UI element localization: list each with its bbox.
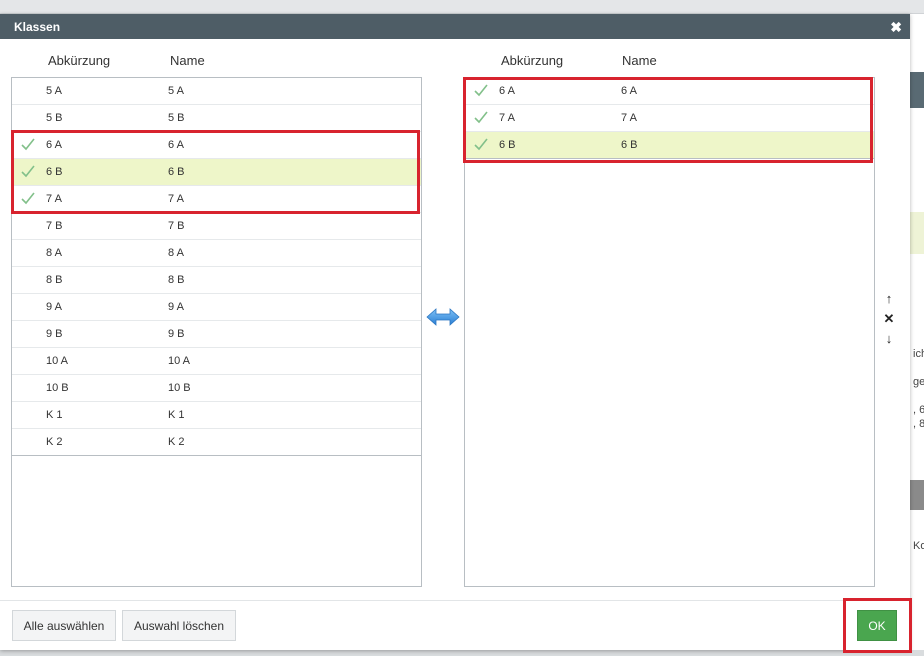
list-item[interactable]: K 2 K 2 bbox=[12, 429, 421, 456]
list-item[interactable]: 6 A 6 A bbox=[465, 78, 874, 105]
background-bar bbox=[910, 72, 924, 108]
ok-button[interactable]: OK bbox=[857, 610, 897, 641]
background-text: ger bbox=[913, 376, 924, 388]
check-icon bbox=[473, 136, 489, 152]
item-abbreviation: 9 A bbox=[46, 301, 62, 313]
item-name: 6 A bbox=[168, 139, 184, 151]
item-name: 7 B bbox=[168, 220, 185, 232]
left-header-abbreviation[interactable]: Abkürzung bbox=[48, 53, 110, 68]
item-name: K 1 bbox=[168, 409, 185, 421]
item-name: 6 B bbox=[621, 139, 638, 151]
list-item[interactable]: 10 A 10 A bbox=[12, 348, 421, 375]
item-name: 6 B bbox=[168, 166, 185, 178]
list-item[interactable]: 7 A 7 A bbox=[465, 105, 874, 132]
left-header-name[interactable]: Name bbox=[170, 53, 205, 68]
list-item[interactable]: 9 A 9 A bbox=[12, 294, 421, 321]
dialog-title: Klassen bbox=[14, 19, 61, 34]
list-item[interactable]: 8 B 8 B bbox=[12, 267, 421, 294]
item-name: 10 B bbox=[168, 382, 191, 394]
item-abbreviation: 6 B bbox=[46, 166, 63, 178]
item-abbreviation: 6 A bbox=[499, 85, 515, 97]
item-abbreviation: K 1 bbox=[46, 409, 63, 421]
check-icon bbox=[20, 136, 36, 152]
item-name: 8 B bbox=[168, 274, 185, 286]
background-top-strip bbox=[0, 0, 924, 14]
item-abbreviation: 6 A bbox=[46, 139, 62, 151]
item-name: 8 A bbox=[168, 247, 184, 259]
item-abbreviation: 10 A bbox=[46, 355, 69, 367]
list-item[interactable]: 7 A 7 A bbox=[12, 186, 421, 213]
item-name: 9 B bbox=[168, 328, 185, 340]
swap-arrows-icon[interactable] bbox=[425, 306, 461, 328]
background-right-edge: ich ger , 6 , 8 Ko bbox=[910, 14, 924, 656]
background-text: , 6 bbox=[913, 404, 924, 416]
selected-classes-list: 6 A 6 A 7 A 7 A 6 B 6 B bbox=[464, 77, 875, 587]
list-item[interactable]: 5 B 5 B bbox=[12, 105, 421, 132]
arrow-down-icon[interactable]: ↓ bbox=[880, 329, 898, 349]
background-text: Ko bbox=[913, 540, 924, 552]
item-name: 5 A bbox=[168, 85, 184, 97]
select-all-button[interactable]: Alle auswählen bbox=[12, 610, 116, 641]
list-item[interactable]: K 1 K 1 bbox=[12, 402, 421, 429]
item-abbreviation: 7 A bbox=[46, 193, 62, 205]
list-item[interactable]: 10 B 10 B bbox=[12, 375, 421, 402]
item-abbreviation: 6 B bbox=[499, 139, 516, 151]
list-item[interactable]: 9 B 9 B bbox=[12, 321, 421, 348]
item-name: 6 A bbox=[621, 85, 637, 97]
item-name: 7 A bbox=[621, 112, 637, 124]
item-abbreviation: 10 B bbox=[46, 382, 69, 394]
check-icon bbox=[473, 109, 489, 125]
clear-selection-button[interactable]: Auswahl löschen bbox=[122, 610, 236, 641]
right-header-abbreviation[interactable]: Abkürzung bbox=[501, 53, 563, 68]
check-icon bbox=[20, 190, 36, 206]
item-abbreviation: 9 B bbox=[46, 328, 63, 340]
list-item[interactable]: 6 B 6 B bbox=[465, 132, 874, 159]
item-abbreviation: 5 B bbox=[46, 112, 63, 124]
remove-icon[interactable]: ✕ bbox=[880, 309, 898, 329]
klassen-dialog: Klassen ✖ Abkürzung Name Abkürzung Name … bbox=[0, 14, 912, 653]
item-abbreviation: K 2 bbox=[46, 436, 63, 448]
item-abbreviation: 7 B bbox=[46, 220, 63, 232]
item-name: 5 B bbox=[168, 112, 185, 124]
reorder-tools: ↑ ✕ ↓ bbox=[880, 289, 898, 349]
background-bar bbox=[910, 480, 924, 510]
list-item[interactable]: 6 B 6 B bbox=[12, 159, 421, 186]
check-icon bbox=[20, 163, 36, 179]
item-abbreviation: 8 B bbox=[46, 274, 63, 286]
item-name: 9 A bbox=[168, 301, 184, 313]
arrow-up-icon[interactable]: ↑ bbox=[880, 289, 898, 309]
background-bar bbox=[910, 212, 924, 254]
item-name: 7 A bbox=[168, 193, 184, 205]
item-abbreviation: 5 A bbox=[46, 85, 62, 97]
list-item[interactable]: 8 A 8 A bbox=[12, 240, 421, 267]
item-abbreviation: 7 A bbox=[499, 112, 515, 124]
close-icon[interactable]: ✖ bbox=[890, 20, 902, 34]
list-item[interactable]: 7 B 7 B bbox=[12, 213, 421, 240]
available-classes-list: 5 A5 A5 B5 B6 A6 A6 B6 B7 A7 A7 B7 B8 A8… bbox=[11, 77, 422, 587]
check-icon bbox=[473, 82, 489, 98]
background-text: , 8 bbox=[913, 418, 924, 430]
dialog-titlebar: Klassen ✖ bbox=[0, 14, 910, 39]
background-bottom-strip bbox=[0, 650, 924, 656]
dialog-footer: Alle auswählen Auswahl löschen OK bbox=[0, 600, 910, 650]
item-name: K 2 bbox=[168, 436, 185, 448]
item-name: 10 A bbox=[168, 355, 191, 367]
background-text: ich bbox=[913, 348, 924, 360]
list-item[interactable]: 5 A 5 A bbox=[12, 78, 421, 105]
list-item[interactable]: 6 A 6 A bbox=[12, 132, 421, 159]
item-abbreviation: 8 A bbox=[46, 247, 62, 259]
right-header-name[interactable]: Name bbox=[622, 53, 657, 68]
